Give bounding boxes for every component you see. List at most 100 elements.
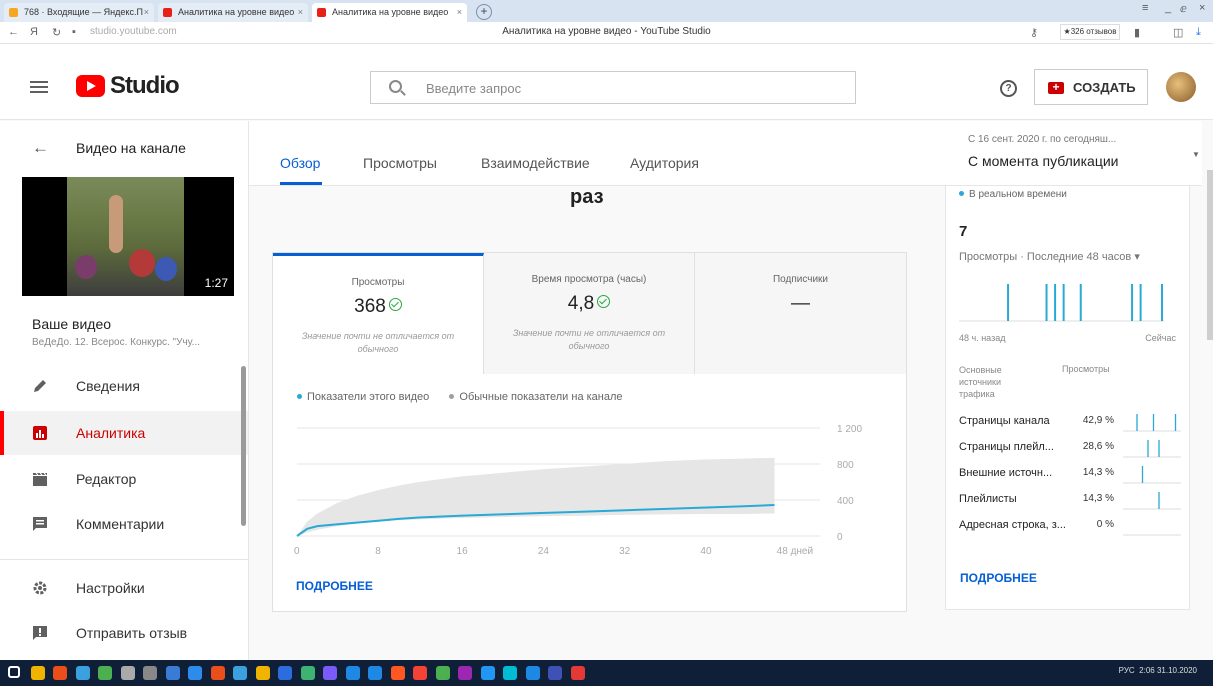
bookmark-icon[interactable]: ▮ <box>1134 26 1140 39</box>
taskbar-app-icon[interactable] <box>548 666 562 680</box>
sidebar-scrollbar[interactable] <box>241 366 246 526</box>
search-input[interactable]: Введите запрос <box>370 71 856 104</box>
views-header: Просмотры <box>1062 364 1110 374</box>
taskbar-app-icon[interactable] <box>323 666 337 680</box>
taskbar-app-icon[interactable] <box>503 666 517 680</box>
sidebar-item-details[interactable]: Сведения <box>0 364 248 408</box>
video-thumbnail[interactable]: 1:27 <box>22 177 234 296</box>
taskbar-app-icon[interactable] <box>165 666 180 680</box>
metric-views[interactable]: Просмотры 368 Значение почти не отличает… <box>273 253 484 374</box>
taskbar-app-icon[interactable] <box>345 666 360 680</box>
metric-subscribers[interactable]: Подписчики — <box>695 253 906 374</box>
taskbar-app-icon[interactable] <box>368 666 382 680</box>
tab-engagement[interactable]: Взаимодействие <box>481 155 590 171</box>
menu-icon[interactable]: ≡ <box>1142 2 1148 14</box>
sidebar-item-settings[interactable]: Настройки <box>0 566 248 610</box>
sidebar-item-analytics[interactable]: Аналитика <box>0 411 248 455</box>
more-link[interactable]: ПОДРОБНЕЕ <box>960 571 1037 585</box>
active-tab-indicator <box>280 182 322 185</box>
create-label: СОЗДАТЬ <box>1073 80 1136 95</box>
taskbar-app-icon[interactable] <box>435 666 450 680</box>
windows-taskbar: РУС 2:06 31.10.2020 <box>0 660 1213 686</box>
traffic-source-row[interactable]: Адресная строка, з... 0 % <box>959 516 1184 536</box>
date-range-label: С момента публикации <box>968 153 1119 169</box>
taskbar-app-icon[interactable] <box>300 666 315 680</box>
browser-tab-analytics-1[interactable]: Аналитика на уровне видео × <box>158 3 308 22</box>
traffic-source-name: Адресная строка, з... <box>959 519 1066 531</box>
metric-note: Значение почти не отличается от обычного <box>512 328 666 351</box>
metric-value: — <box>791 293 810 314</box>
headline-tail: раз <box>570 186 604 208</box>
realtime-period-selector[interactable]: Просмотры · Последние 48 часов ▾ <box>959 250 1140 263</box>
browser-tab-mail[interactable]: 768 · Входящие — Яндекс.П × <box>4 3 154 22</box>
back-arrow-icon[interactable]: ← <box>32 138 49 158</box>
taskbar-app-icon[interactable] <box>120 666 135 680</box>
traffic-source-row[interactable]: Плейлисты 14,3 % <box>959 490 1184 510</box>
taskbar-app-icon[interactable] <box>233 666 247 680</box>
close-tab-icon[interactable]: × <box>298 3 303 22</box>
protect-icon[interactable]: ◫ <box>1173 26 1183 39</box>
help-icon[interactable]: ? <box>1000 80 1017 97</box>
sidebar-item-editor[interactable]: Редактор <box>0 457 248 501</box>
close-tab-icon[interactable]: × <box>144 3 149 22</box>
traffic-source-row[interactable]: Страницы плейл... 28,6 % <box>959 438 1184 458</box>
taskbar-app-icon[interactable] <box>390 666 405 680</box>
taskbar-app-icon[interactable] <box>480 666 495 680</box>
sidebar-item-label: Настройки <box>76 580 145 596</box>
taskbar-app-icon[interactable] <box>278 666 292 680</box>
traffic-source-name: Страницы плейл... <box>959 441 1054 453</box>
browser-tab-analytics-2[interactable]: Аналитика на уровне видео × <box>312 3 467 22</box>
create-button[interactable]: + СОЗДАТЬ <box>1034 69 1148 105</box>
taskbar-app-icon[interactable] <box>525 666 540 680</box>
tab-views[interactable]: Просмотры <box>363 155 437 171</box>
taskbar-app-icon[interactable] <box>188 666 202 680</box>
taskbar-app-icon[interactable] <box>413 666 427 680</box>
taskbar-app-icon[interactable] <box>255 666 270 680</box>
close-window-icon[interactable]: × <box>1199 2 1205 14</box>
taskbar-app-icon[interactable] <box>570 666 585 680</box>
traffic-source-row[interactable]: Внешние источн... 14,3 % <box>959 464 1184 484</box>
taskbar-app-icon[interactable] <box>53 666 67 680</box>
traffic-source-percent: 0 % <box>1096 519 1114 530</box>
youtube-icon <box>317 8 326 17</box>
reviews-badge[interactable]: ★326 отзывов <box>1060 24 1120 40</box>
taskbar-app-icon[interactable] <box>30 666 45 680</box>
y-tick-label: 1 200 <box>837 424 862 435</box>
legend-dot-this-video <box>297 393 302 399</box>
menu-hamburger-icon[interactable] <box>30 81 48 93</box>
traffic-source-row[interactable]: Страницы канала 42,9 % <box>959 412 1184 432</box>
close-tab-icon[interactable]: × <box>457 3 462 22</box>
restore-icon[interactable]: ⅇ <box>1180 2 1187 15</box>
new-tab-button[interactable]: + <box>476 4 492 20</box>
more-link[interactable]: ПОДРОБНЕЕ <box>296 579 373 593</box>
youtube-logo-icon[interactable] <box>76 75 105 97</box>
taskbar-app-icon[interactable] <box>143 666 157 680</box>
traffic-source-percent: 14,3 % <box>1082 467 1114 478</box>
metric-watch-time[interactable]: Время просмотра (часы) 4,8 Значение почт… <box>484 253 695 374</box>
start-button-icon[interactable] <box>8 666 20 678</box>
studio-logo-text[interactable]: Studio <box>110 72 180 100</box>
tab-audience[interactable]: Аудитория <box>630 155 699 171</box>
x-tick-label: 0 <box>294 546 300 557</box>
taskbar-app-icon[interactable] <box>210 666 225 680</box>
clapperboard-icon <box>33 472 47 486</box>
chart-legend: Показатели этого видео Обычные показател… <box>297 391 623 403</box>
minimize-icon[interactable]: _ <box>1165 2 1171 14</box>
sidebar-item-label: Редактор <box>76 471 137 487</box>
page-scrollbar[interactable] <box>1207 170 1213 340</box>
download-icon[interactable]: ⤓ <box>1196 26 1201 39</box>
traffic-sparkline <box>1123 492 1181 510</box>
taskbar-app-icon[interactable] <box>98 666 112 680</box>
key-icon[interactable]: ⚷ <box>1030 26 1038 39</box>
taskbar-app-icon[interactable] <box>458 666 472 680</box>
tab-overview[interactable]: Обзор <box>280 155 320 171</box>
legend-typical: Обычные показатели на канале <box>459 391 623 403</box>
taskbar-app-icon[interactable] <box>75 666 90 680</box>
sidebar-item-comments[interactable]: Комментарии <box>0 502 248 546</box>
avatar[interactable] <box>1166 72 1196 102</box>
typical-range-band <box>297 457 775 536</box>
video-title: ВеДеДо. 12. Всерос. Конкурс. "Учу... <box>32 337 201 348</box>
sidebar-item-feedback[interactable]: Отправить отзыв <box>0 611 248 655</box>
date-range-selector[interactable]: С 16 сент. 2020 г. по сегодняш... С моме… <box>939 121 1202 186</box>
channel-videos-title[interactable]: Видео на канале <box>76 140 186 156</box>
